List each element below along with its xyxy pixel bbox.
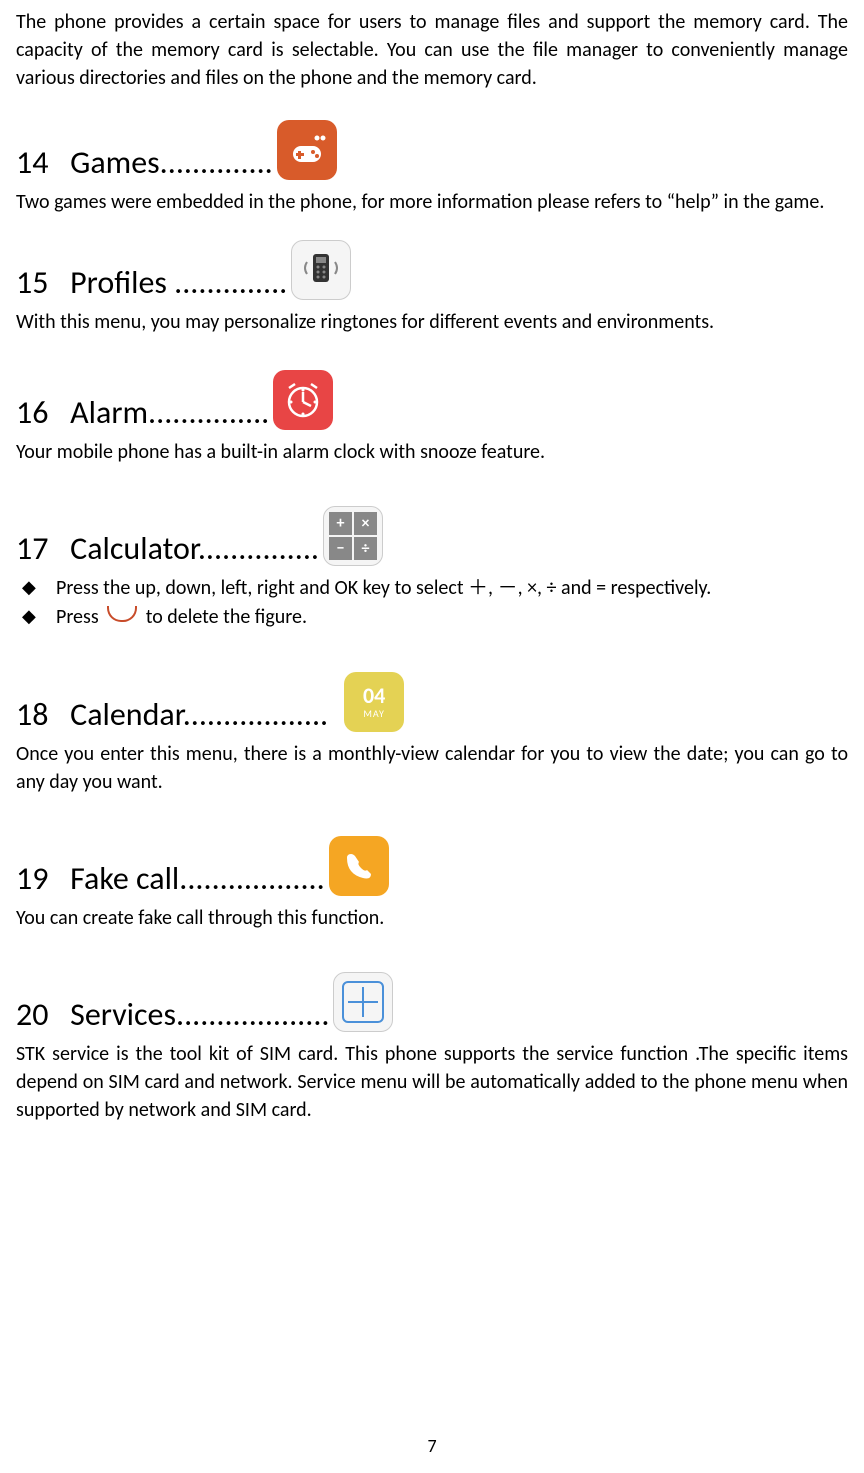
section-body-alarm: Your mobile phone has a built-in alarm c… [16,438,848,466]
calculator-instructions: Press the up, down, left, right and OK k… [16,574,848,632]
section-number: 19 Fake call.................. [16,859,325,898]
section-body-games: Two games were embedded in the phone, fo… [16,188,848,216]
calendar-icon-day: 04 [363,685,385,707]
section-number: 14 Games.............. [16,143,273,182]
section-heading-games: 14 Games.............. [16,120,848,182]
section-number: 17 Calculator............... [16,529,319,568]
section-number: 16 Alarm............... [16,393,269,432]
sim-icon [333,972,393,1032]
calc-bullet-1: Press the up, down, left, right and OK k… [16,574,848,603]
profiles-icon [291,240,351,300]
section-heading-services: 20 Services................... [16,972,848,1034]
section-heading-profiles: 15 Profiles .............. [16,240,848,302]
section-body-calendar: Once you enter this menu, there is a mon… [16,740,848,796]
section-number: 20 Services................... [16,995,329,1034]
calculator-icon: +× −÷ [323,506,383,566]
calendar-icon: 04 MAY [344,672,404,732]
section-body-profiles: With this menu, you may personalize ring… [16,308,848,336]
games-icon [277,120,337,180]
alarm-icon [273,370,333,430]
section-body-services: STK service is the tool kit of SIM card.… [16,1040,848,1124]
section-body-fakecall: You can create fake call through this fu… [16,904,848,932]
section-heading-alarm: 16 Alarm............... [16,370,848,432]
document-page: The phone provides a certain space for u… [16,8,848,1124]
back-key-icon [107,606,137,622]
section-heading-fakecall: 19 Fake call.................. [16,836,848,898]
phone-icon [329,836,389,896]
calc-bullet-2: Press to delete the figure. [16,603,848,632]
section-number: 18 Calendar.................. [16,695,328,734]
intro-paragraph: The phone provides a certain space for u… [16,8,848,92]
section-heading-calculator: 17 Calculator............... +× −÷ [16,506,848,568]
calendar-icon-month: MAY [363,707,385,720]
page-number: 7 [0,1435,864,1457]
section-number: 15 Profiles .............. [16,263,287,302]
section-heading-calendar: 18 Calendar.................. 04 MAY [16,672,848,734]
